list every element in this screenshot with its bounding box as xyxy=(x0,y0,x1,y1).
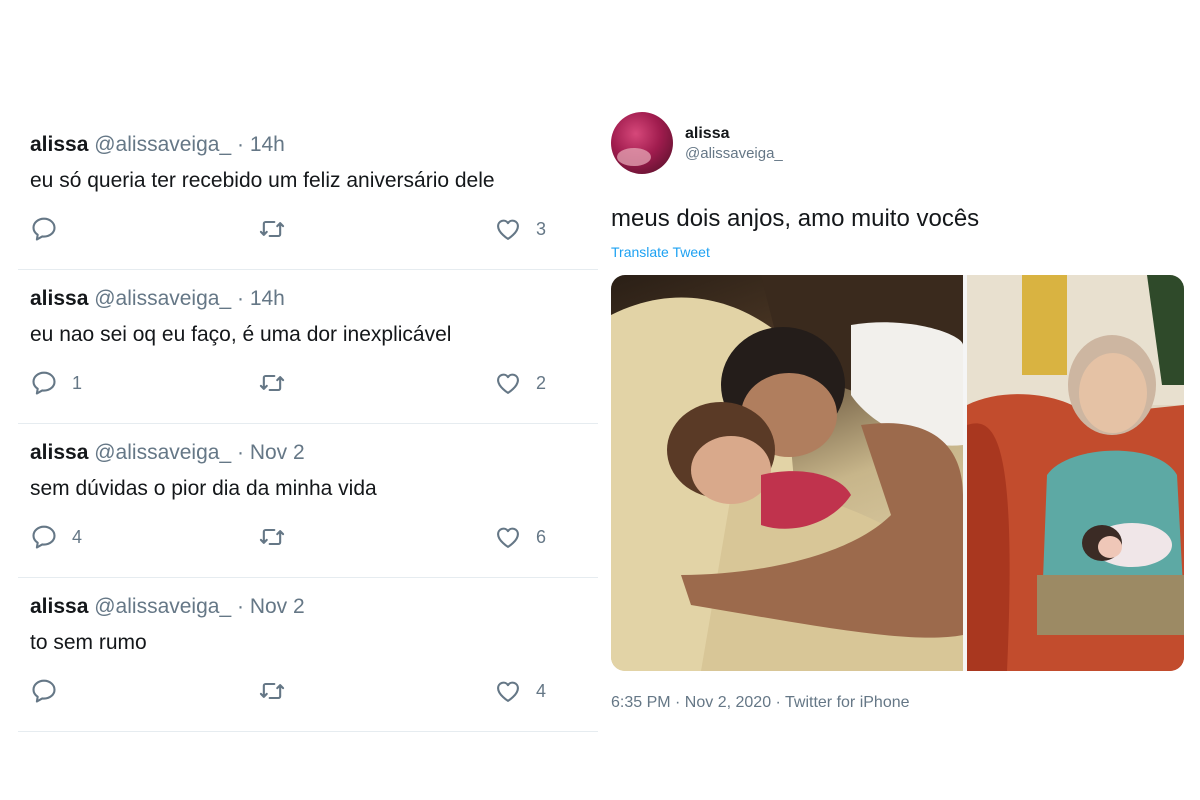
tweet-author: alissa @alissaveiga_ xyxy=(611,112,1186,182)
avatar[interactable] xyxy=(611,112,673,174)
tweet-timestamp[interactable]: Nov 2 xyxy=(250,441,305,464)
tweet-actions: 4 xyxy=(30,676,590,706)
tweet-author-handle[interactable]: @alissaveiga_ xyxy=(94,441,231,464)
tweet-actions: 1 2 xyxy=(30,368,590,398)
tweet-timestamp[interactable]: Nov 2 xyxy=(250,595,305,618)
tweet-header: alissa @alissaveiga_ · Nov 2 xyxy=(30,594,598,620)
retweet-icon xyxy=(259,374,285,392)
reply-icon xyxy=(32,371,56,395)
tweet-separator: · xyxy=(236,287,244,310)
tweet-author-handle[interactable]: @alissaveiga_ xyxy=(94,133,231,156)
tweet-author-name[interactable]: alissa xyxy=(30,133,88,156)
tweet-media xyxy=(611,275,1184,671)
like-count: 3 xyxy=(536,218,547,239)
reply-button[interactable] xyxy=(30,214,72,244)
retweet-icon xyxy=(259,220,285,238)
tweet-text: eu nao sei oq eu faço, é uma dor inexpli… xyxy=(30,323,452,346)
tweet-text: to sem rumo xyxy=(30,631,147,654)
heart-icon xyxy=(497,373,519,394)
tweet-header: alissa @alissaveiga_ · Nov 2 xyxy=(30,440,598,466)
tweet-meta: 6:35 PM · Nov 2, 2020 · Twitter for iPho… xyxy=(611,694,910,711)
tweet-separator: · xyxy=(236,595,244,618)
tweet-item[interactable]: alissa @alissaveiga_ · 14h eu só queria … xyxy=(18,116,598,270)
translate-tweet-link[interactable]: Translate Tweet xyxy=(611,243,710,261)
tweet-author-handle[interactable]: @alissaveiga_ xyxy=(94,287,231,310)
tweet-separator: · xyxy=(236,133,244,156)
retweet-icon xyxy=(259,528,285,546)
like-button[interactable]: 6 xyxy=(494,522,546,552)
tweet-author-name[interactable]: alissa xyxy=(30,287,88,310)
tweet-list: alissa @alissaveiga_ · 14h eu só queria … xyxy=(18,116,598,732)
retweet-button[interactable] xyxy=(258,676,300,706)
heart-icon xyxy=(497,527,519,548)
tweet-text: sem dúvidas o pior dia da minha vida xyxy=(30,477,377,500)
heart-icon xyxy=(497,681,519,702)
reply-button[interactable]: 1 xyxy=(30,368,82,398)
reply-button[interactable] xyxy=(30,676,72,706)
tweet-actions: 4 6 xyxy=(30,522,590,552)
reply-icon xyxy=(32,217,56,241)
reply-count: 4 xyxy=(72,526,83,547)
retweet-icon xyxy=(259,682,285,700)
tweet-author-name[interactable]: alissa xyxy=(30,441,88,464)
reply-count: 1 xyxy=(72,372,83,393)
tweet-author-name[interactable]: alissa xyxy=(30,595,88,618)
like-count: 2 xyxy=(536,372,547,393)
tweet-timestamp[interactable]: 14h xyxy=(250,287,285,310)
retweet-button[interactable] xyxy=(258,368,300,398)
tweet-item[interactable]: alissa @alissaveiga_ · Nov 2 sem dúvidas… xyxy=(18,424,598,578)
tweet-detail: alissa @alissaveiga_ meus dois anjos, am… xyxy=(611,112,1186,713)
tweet-item[interactable]: alissa @alissaveiga_ · 14h eu nao sei oq… xyxy=(18,270,598,424)
tweet-separator: · xyxy=(236,441,244,464)
reply-button[interactable]: 4 xyxy=(30,522,82,552)
tweet-header: alissa @alissaveiga_ · 14h xyxy=(30,132,598,158)
like-count: 6 xyxy=(536,526,547,547)
reply-icon xyxy=(32,679,56,703)
like-button[interactable]: 3 xyxy=(494,214,546,244)
retweet-button[interactable] xyxy=(258,214,300,244)
heart-icon xyxy=(497,219,519,240)
detail-author-handle[interactable]: @alissaveiga_ xyxy=(685,144,783,164)
tweet-author-handle[interactable]: @alissaveiga_ xyxy=(94,595,231,618)
detail-author-name[interactable]: alissa xyxy=(685,124,783,144)
tweet-item[interactable]: alissa @alissaveiga_ · Nov 2 to sem rumo… xyxy=(18,578,598,732)
reply-icon xyxy=(32,525,56,549)
tweet-actions: 3 xyxy=(30,214,590,244)
like-button[interactable]: 4 xyxy=(494,676,546,706)
tweet-text: eu só queria ter recebido um feliz anive… xyxy=(30,169,495,192)
like-count: 4 xyxy=(536,680,547,701)
like-button[interactable]: 2 xyxy=(494,368,546,398)
tweet-timestamp[interactable]: 14h xyxy=(250,133,285,156)
detail-tweet-text: meus dois anjos, amo muito vocês xyxy=(611,205,980,232)
retweet-button[interactable] xyxy=(258,522,300,552)
tweet-header: alissa @alissaveiga_ · 14h xyxy=(30,286,598,312)
tweet-photo-2[interactable] xyxy=(967,275,1184,671)
tweet-photo-1[interactable] xyxy=(611,275,963,671)
author-info: alissa @alissaveiga_ xyxy=(685,112,783,164)
